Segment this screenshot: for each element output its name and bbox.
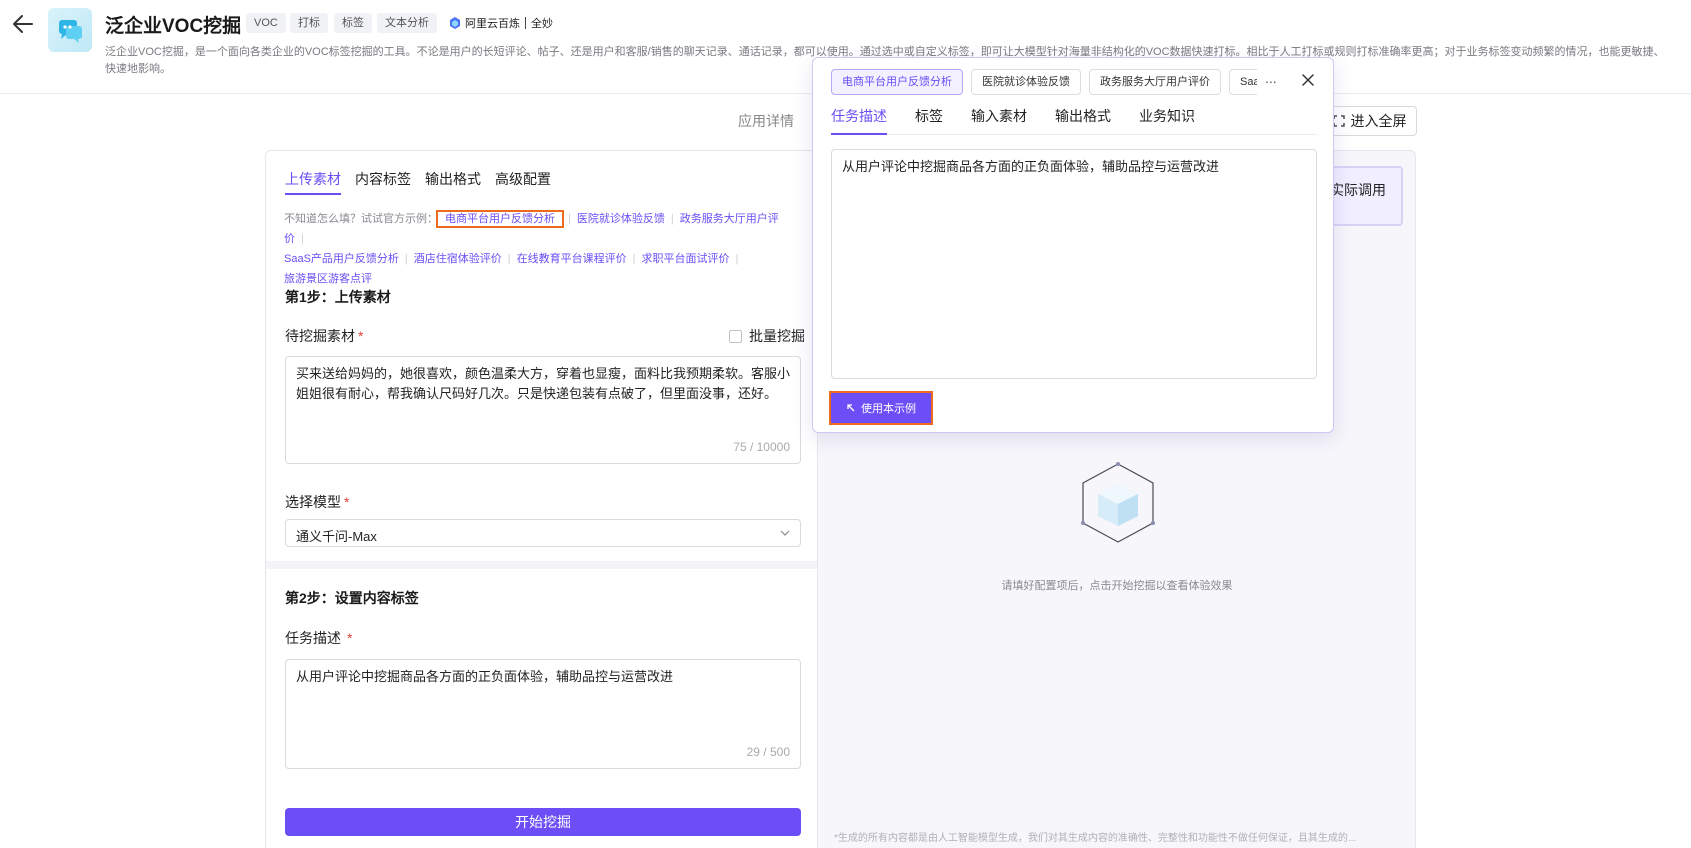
task-textarea[interactable]: 从用户评论中挖掘商品各方面的正负面体验，辅助品控与运营改进 29 / 500 [285,659,801,769]
pill-government[interactable]: 政务服务大厅用户评价 [1089,69,1221,95]
material-count: 75 / 10000 [733,440,790,454]
app-detail-link[interactable]: 应用详情 [738,111,794,131]
app-title: 泛企业VOC挖掘 [105,16,242,37]
empty-cube-icon [1081,462,1155,543]
chevron-down-icon [780,530,790,536]
example-saas[interactable]: SaaS产品用户反馈分析 [284,253,399,265]
model-label: 选择模型 * [285,494,350,510]
ptab-tags[interactable]: 标签 [915,106,943,135]
tab-advanced[interactable]: 高级配置 [495,169,551,195]
start-mining-button[interactable]: 开始挖掘 [285,808,801,836]
official-examples: 不知道怎么填？试试官方示例： 电商平台用户反馈分析 | 医院就诊体验反馈 | 政务服务大厅… [284,210,779,285]
back-arrow-icon[interactable] [10,12,36,36]
section-divider [266,561,817,569]
empty-state-tip: 请填好配置项后，点击开始挖掘以查看体验效果 [1001,580,1233,592]
example-hospital[interactable]: 医院就诊体验反馈 [577,213,665,225]
batch-checkbox[interactable]: 批量挖掘 [729,326,805,346]
example-popover: 电商平台用户反馈分析医院就诊体验反馈政务服务大厅用户评价 SaaS产品用户反馈分析… [812,57,1334,433]
fullscreen-button[interactable]: 进入全屏 [1322,106,1417,136]
example-education[interactable]: 在线教育平台课程评价 [517,253,627,265]
material-textarea[interactable]: 买来送给妈妈的，她很喜欢，颜色温柔大方，穿着也显瘦，面料比我预期柔软。客服小姐姐… [285,356,801,464]
brand-partner: 全妙 [531,18,553,30]
example-job[interactable]: 求职平台面试评价 [642,253,730,265]
fullscreen-icon [1332,115,1345,127]
ptab-output[interactable]: 输出格式 [1055,106,1111,135]
brand-divider [525,17,526,29]
tag-text-analysis: 文本分析 [377,13,437,33]
config-panel: 上传素材 内容标签 输出格式 高级配置 不知道怎么填？试试官方示例： 电商平台用户… [265,150,818,848]
example-pills: 电商平台用户反馈分析医院就诊体验反馈政务服务大厅用户评价 SaaS产品用户反馈分析 [831,69,1257,95]
batch-label: 批量挖掘 [749,328,805,344]
brand-badge: 阿里云百炼 全妙 [448,14,553,32]
example-ecommerce[interactable]: 电商平台用户反馈分析 [436,210,564,228]
page: 泛企业VOC挖掘 VOC 打标 标签 文本分析 阿里云百炼 全妙 泛企业VOC挖… [0,0,1691,848]
material-label: 待挖掘素材 * [285,328,364,344]
close-icon[interactable] [1300,72,1316,88]
config-tabs: 上传素材 内容标签 输出格式 高级配置 [285,169,551,195]
more-examples-button[interactable]: ... [1265,70,1277,86]
tab-upload[interactable]: 上传素材 [285,169,341,195]
material-text: 买来送给妈妈的，她很喜欢，颜色温柔大方，穿着也显瘦，面料比我预期柔软。客服小姐姐… [296,366,791,401]
batch-checkbox-box[interactable] [729,329,742,343]
task-count: 29 / 500 [746,745,790,759]
model-value: 通义千问-Max [296,529,377,544]
brand-name: 阿里云百炼 [465,18,520,30]
arrow-up-left-icon [847,404,855,412]
popover-tabs: 任务描述 标签 输入素材 输出格式 业务知识 [831,106,1317,135]
tag-labeling: 打标 [290,13,328,33]
step2-title: 第2步：设置内容标签 [285,590,419,606]
pill-saas[interactable]: SaaS产品用户反馈分析 [1229,69,1257,95]
pill-hospital[interactable]: 医院就诊体验反馈 [971,69,1081,95]
model-select[interactable]: 通义千问-Max [285,519,801,547]
example-tourism[interactable]: 旅游景区游客点评 [284,273,372,285]
bailian-logo-icon [450,17,460,29]
task-text: 从用户评论中挖掘商品各方面的正负面体验，辅助品控与运营改进 [296,669,674,684]
ptab-knowledge[interactable]: 业务知识 [1139,106,1195,135]
tab-output-format[interactable]: 输出格式 [425,169,481,195]
tab-content-tags[interactable]: 内容标签 [355,169,411,195]
task-label: 任务描述 * [285,630,353,646]
app-logo-icon [48,8,92,52]
pill-ecommerce[interactable]: 电商平台用户反馈分析 [831,69,963,95]
use-example-button[interactable]: 使用本示例 [829,391,933,425]
popover-task-text: 从用户评论中挖掘商品各方面的正负面体验，辅助品控与运营改进 [831,149,1317,379]
example-hotel[interactable]: 酒店住宿体验评价 [414,253,502,265]
tag-voc: VOC [246,13,286,33]
fullscreen-label: 进入全屏 [1350,113,1407,129]
ptab-task-desc[interactable]: 任务描述 [831,106,887,135]
step1-title: 第1步：上传素材 [285,289,391,305]
examples-prefix: 不知道怎么填？试试官方示例： [284,213,438,225]
tag-label: 标签 [334,13,372,33]
use-example-label: 使用本示例 [861,403,916,415]
ptab-input[interactable]: 输入素材 [971,106,1027,135]
actual-call-label: 实际调用 [1330,182,1386,198]
ai-disclaimer: *生成的所有内容都是由人工智能模型生成，我们对其生成内容的准确性、完整性和功能性… [834,833,1357,844]
